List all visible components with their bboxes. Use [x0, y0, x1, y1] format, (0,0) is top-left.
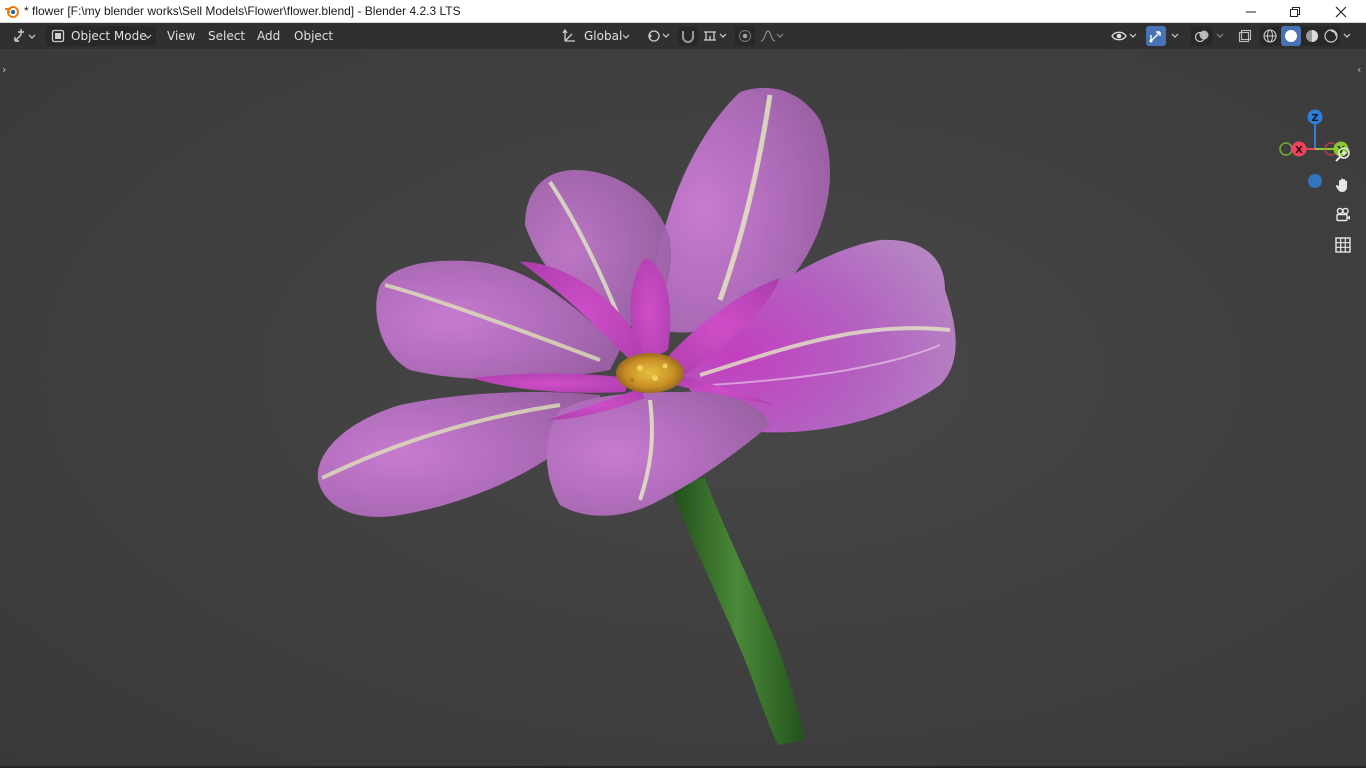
xray-toggle[interactable]	[1235, 26, 1255, 46]
gizmo-toggle-icon	[1149, 31, 1161, 43]
inner-petal-4	[472, 373, 630, 393]
menu-select[interactable]: Select	[203, 27, 250, 45]
proportional-falloff-dropdown[interactable]	[757, 26, 787, 46]
editor-type-icon	[14, 29, 36, 42]
object-mode-dropdown[interactable]: Object Mode	[46, 26, 156, 46]
snap-target-dropdown[interactable]	[700, 26, 730, 46]
axis-z-handle[interactable]: Z	[1307, 109, 1323, 125]
viewport-header: Object Mode View Select Add Object Globa…	[0, 23, 1366, 49]
menu-object[interactable]: Object	[289, 27, 338, 45]
gizmo-toggle[interactable]	[1146, 26, 1166, 46]
snap-increment-icon	[704, 31, 727, 41]
chevron-down-icon	[1171, 33, 1179, 38]
shading-dropdown[interactable]	[1340, 26, 1354, 46]
blender-logo-icon	[5, 6, 19, 18]
flower-model[interactable]	[0, 49, 1366, 766]
window-title-bar: * flower [F:\my blender works\Sell Model…	[0, 0, 1366, 23]
snap-toggle[interactable]	[678, 26, 698, 46]
solid-shading-icon	[1284, 30, 1297, 42]
object-mode-label: Object Mode	[71, 29, 147, 43]
window-title: * flower [F:\my blender works\Sell Model…	[24, 4, 461, 18]
menu-view[interactable]: View	[162, 27, 200, 45]
close-window-button[interactable]	[1318, 0, 1364, 23]
chevron-down-icon	[1343, 33, 1351, 38]
pivot-point-dropdown[interactable]	[643, 26, 673, 46]
flower-center	[616, 353, 684, 393]
zoom-icon	[1335, 147, 1350, 162]
transform-orientation-dropdown[interactable]: Global	[558, 26, 634, 46]
grid-icon	[1335, 237, 1351, 253]
wireframe-shading-icon[interactable]	[1262, 28, 1278, 44]
axis-x-handle[interactable]: X	[1291, 141, 1307, 157]
pan-button[interactable]	[1329, 171, 1357, 199]
solid-shading-button[interactable]	[1280, 26, 1301, 46]
close-icon	[1335, 6, 1347, 17]
zoom-button[interactable]	[1329, 141, 1357, 169]
snap-magnet-icon	[682, 31, 694, 43]
overlay-icon	[1194, 30, 1209, 43]
camera-view-button[interactable]	[1329, 201, 1357, 229]
shading-mode-group	[1260, 26, 1340, 46]
menu-add[interactable]: Add	[252, 27, 285, 45]
hand-pan-icon	[1335, 178, 1347, 192]
proportional-edit-toggle[interactable]	[735, 26, 755, 46]
falloff-curve-icon	[760, 30, 784, 42]
xray-icon	[1238, 29, 1252, 43]
restore-icon	[1290, 6, 1300, 17]
chevron-down-icon	[622, 34, 630, 39]
minimize-button[interactable]	[1228, 0, 1274, 23]
flower-stem	[668, 478, 805, 745]
pivot-icon	[648, 30, 670, 42]
selectability-visibility-dropdown[interactable]	[1108, 26, 1140, 46]
3d-viewport[interactable]: › ‹ Z X Y	[0, 49, 1366, 766]
gizmo-dropdown[interactable]	[1167, 26, 1183, 46]
editor-type-selector[interactable]	[8, 26, 40, 46]
overlays-dropdown[interactable]	[1213, 26, 1227, 46]
transform-orientation-label: Global	[584, 29, 623, 43]
material-preview-icon[interactable]	[1304, 28, 1320, 44]
rendered-shading-icon[interactable]	[1323, 28, 1339, 44]
axis-z-label: Z	[1311, 113, 1318, 124]
minimize-icon	[1246, 11, 1256, 12]
overlays-toggle[interactable]	[1191, 26, 1213, 46]
chevron-down-icon	[144, 34, 152, 39]
toggle-perspective-button[interactable]	[1329, 231, 1357, 259]
proportional-edit-icon	[739, 30, 751, 42]
eye-visibility-icon	[1111, 31, 1137, 41]
camera-icon	[1336, 207, 1350, 222]
restore-button[interactable]	[1272, 0, 1318, 23]
chevron-down-icon	[1216, 33, 1224, 38]
object-mode-icon	[51, 29, 65, 43]
axis-x-label: X	[1295, 145, 1303, 156]
transform-orientation-icon	[562, 28, 575, 42]
